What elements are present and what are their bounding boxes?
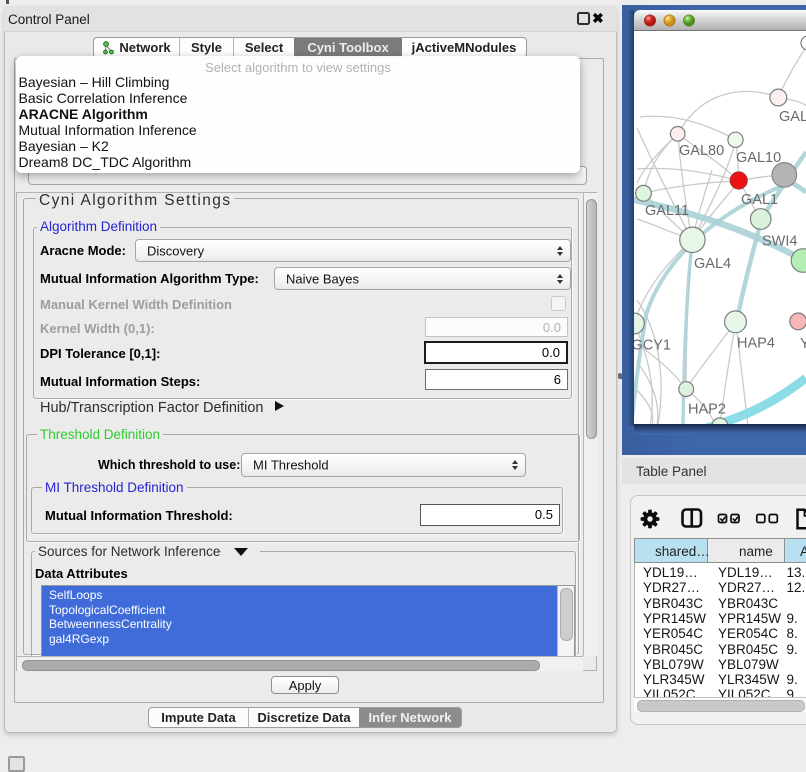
svg-text:GAL4: GAL4 [694, 256, 731, 272]
svg-text:GAL1: GAL1 [741, 192, 778, 208]
svg-text:HAP4: HAP4 [737, 336, 775, 352]
svg-text:Y: Y [800, 336, 806, 352]
svg-text:HAP2: HAP2 [688, 402, 726, 418]
svg-text:GAL80: GAL80 [679, 143, 724, 159]
svg-text:GAL11: GAL11 [645, 203, 689, 219]
svg-text:GAL10: GAL10 [736, 150, 781, 166]
svg-text:GCY1: GCY1 [634, 338, 671, 354]
svg-text:GAL7: GAL7 [779, 109, 806, 125]
svg-text:SWI4: SWI4 [762, 234, 797, 250]
